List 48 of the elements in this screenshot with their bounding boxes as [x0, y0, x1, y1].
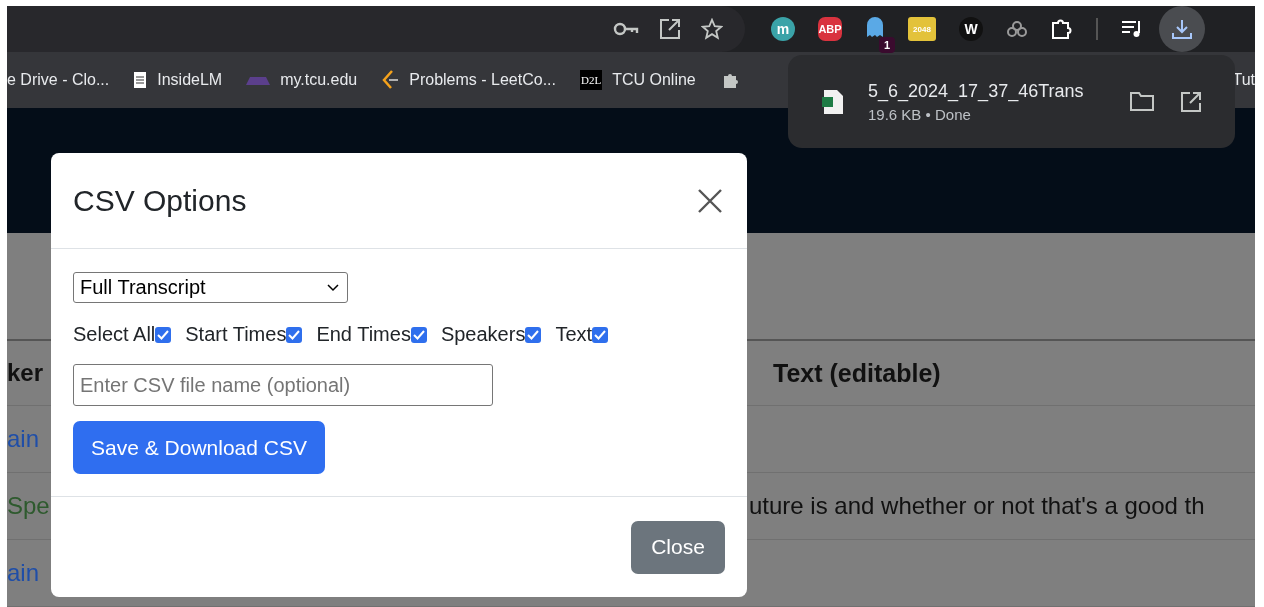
rings-icon[interactable] — [1006, 20, 1028, 38]
spreadsheet-file-icon — [822, 88, 844, 115]
bookmark-link[interactable]: Tut — [1232, 71, 1255, 90]
d2l-logo: D2L — [580, 70, 603, 91]
key-icon[interactable] — [613, 22, 639, 36]
star-icon[interactable] — [701, 18, 723, 40]
table-header: Text (editable) — [773, 358, 941, 388]
download-button[interactable] — [1159, 6, 1205, 52]
checkbox-label: Speakers — [440, 323, 526, 346]
checkbox[interactable] — [155, 326, 172, 343]
bookmark-link[interactable]: Problems - LeetCo... — [409, 71, 556, 90]
puzzle-icon[interactable] — [721, 71, 740, 90]
checkbox-label: Start Times — [185, 323, 287, 346]
dialog-title: CSV Options — [73, 183, 247, 218]
extension-icon[interactable]: ABP — [818, 17, 842, 41]
folder-icon[interactable] — [1130, 90, 1154, 111]
table-cell: uture is and whether or not that's a good th — [749, 492, 1205, 520]
file-name-input[interactable]: Enter CSV file name (optional) — [73, 364, 493, 406]
download-icon[interactable] — [1171, 18, 1193, 40]
bookmark-link[interactable]: my.tcu.edu — [280, 71, 358, 90]
extensions-icon[interactable] — [1051, 18, 1073, 40]
playlist-music-icon[interactable] — [1121, 20, 1143, 38]
ghost-icon[interactable] — [865, 15, 885, 39]
checkbox-label: Text — [555, 323, 593, 346]
chevron-down-icon — [327, 283, 339, 292]
leetcode-icon — [381, 70, 400, 91]
checkbox[interactable] — [525, 326, 542, 343]
bookmark-link[interactable]: e Drive - Clo... — [7, 71, 110, 90]
checkbox-label: Select All — [73, 323, 156, 346]
close-button[interactable]: Close — [631, 520, 725, 574]
transcript-select[interactable]: Full Transcript — [73, 272, 348, 303]
save-download-button[interactable]: Save & Download CSV — [73, 421, 325, 474]
bookmark-link[interactable]: TCU Online — [612, 71, 696, 90]
extension-icon[interactable]: W — [959, 17, 983, 41]
bookmark-link[interactable]: InsideLM — [157, 71, 223, 90]
checkbox[interactable] — [592, 326, 609, 343]
notification-badge: 1 — [878, 37, 895, 53]
checkbox[interactable] — [286, 326, 303, 343]
table-header: ker — [7, 359, 45, 387]
file-name[interactable]: 5_6_2024_17_37_46Trans — [868, 80, 1106, 102]
logo-icon — [246, 75, 271, 86]
open-external-icon[interactable] — [659, 18, 681, 40]
speaker-name: Spe — [7, 492, 51, 520]
checkbox-label: End Times — [316, 323, 411, 346]
open-external-icon[interactable] — [1180, 90, 1202, 113]
file-status: 19.6 KB • Done — [868, 105, 972, 123]
document-icon — [133, 71, 148, 90]
checkbox[interactable] — [410, 326, 427, 343]
